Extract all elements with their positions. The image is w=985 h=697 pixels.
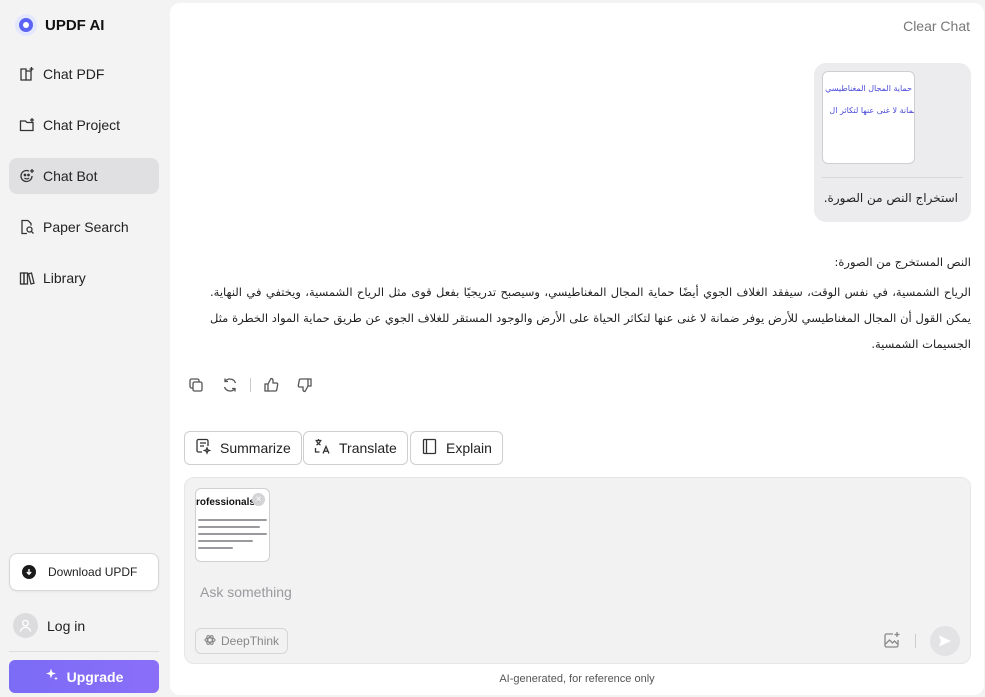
answer-heading: النص المستخرج من الصورة: bbox=[834, 255, 971, 269]
composer-divider bbox=[915, 634, 916, 648]
sidebar-item-chat-pdf[interactable]: Chat PDF bbox=[9, 56, 159, 92]
library-icon bbox=[19, 270, 35, 286]
thumbnail-text-line: حماية المجال المغناطيسي bbox=[825, 84, 912, 93]
upgrade-button[interactable]: Upgrade bbox=[9, 660, 159, 693]
regenerate-icon[interactable] bbox=[222, 377, 238, 393]
updf-logo-icon bbox=[15, 14, 37, 36]
sidebar-item-label: Chat Project bbox=[43, 117, 121, 133]
image-upload-icon[interactable] bbox=[883, 631, 901, 649]
book-plus-icon bbox=[19, 66, 35, 82]
attachment-title: rofessionals bbox=[196, 497, 255, 508]
login-label: Log in bbox=[47, 617, 86, 634]
upgrade-label: Upgrade bbox=[66, 668, 124, 685]
send-button[interactable] bbox=[930, 626, 960, 656]
user-message-bubble: حماية المجال المغناطيسي ضمانة لا غنى عنه… bbox=[814, 63, 971, 222]
bot-face-icon bbox=[19, 168, 35, 184]
ai-disclaimer: AI-generated, for reference only bbox=[499, 673, 655, 685]
explain-button[interactable]: Explain bbox=[410, 431, 503, 465]
attachment-thumbnail[interactable]: rofessionals × bbox=[195, 488, 270, 562]
clear-chat-button[interactable]: Clear Chat bbox=[903, 18, 970, 34]
summarize-label: Summarize bbox=[220, 440, 291, 456]
download-label: Download UPDF bbox=[48, 565, 138, 579]
sidebar-item-library[interactable]: Library bbox=[9, 260, 159, 296]
thumbs-down-icon[interactable] bbox=[297, 377, 313, 393]
sidebar-item-label: Chat Bot bbox=[43, 168, 98, 184]
deepthink-label: DeepThink bbox=[221, 634, 280, 648]
answer-body: الرياح الشمسية، في نفس الوقت، سيفقد الغل… bbox=[210, 285, 971, 351]
composer: rofessionals × DeepThink bbox=[184, 477, 971, 664]
download-icon bbox=[22, 565, 36, 579]
sidebar-item-label: Library bbox=[43, 270, 86, 286]
sidebar-item-chat-bot[interactable]: Chat Bot bbox=[9, 158, 159, 194]
thumbnail-text-line: ضمانة لا غنى عنها لتكاثر ال bbox=[829, 106, 915, 115]
book-icon bbox=[421, 438, 438, 458]
folder-plus-icon bbox=[19, 117, 35, 133]
translate-icon bbox=[314, 438, 331, 458]
summarize-button[interactable]: Summarize bbox=[184, 431, 302, 465]
sidebar-item-label: Chat PDF bbox=[43, 66, 105, 82]
sidebar-item-chat-project[interactable]: Chat Project bbox=[9, 107, 159, 143]
document-search-icon bbox=[19, 219, 35, 235]
action-divider bbox=[250, 378, 251, 392]
sidebar-item-paper-search[interactable]: Paper Search bbox=[9, 209, 159, 245]
translate-label: Translate bbox=[339, 440, 397, 456]
deepthink-toggle[interactable]: DeepThink bbox=[195, 628, 289, 654]
download-updf-button[interactable]: Download UPDF bbox=[9, 553, 159, 591]
remove-attachment-icon[interactable]: × bbox=[252, 493, 265, 506]
sidebar-item-label: Paper Search bbox=[43, 219, 129, 235]
user-message-text: استخراج النص من الصورة. bbox=[823, 191, 958, 205]
deepthink-icon bbox=[204, 634, 216, 649]
image-thumbnail[interactable]: حماية المجال المغناطيسي ضمانة لا غنى عنه… bbox=[822, 71, 915, 164]
bubble-divider bbox=[822, 177, 963, 178]
thumbs-up-icon[interactable] bbox=[263, 377, 279, 393]
assistant-message: النص المستخرج من الصورة: الرياح الشمسية،… bbox=[210, 255, 971, 357]
summarize-icon bbox=[195, 438, 212, 458]
sidebar: UPDF AI Chat PDF Chat Project Chat Bot P… bbox=[0, 0, 168, 697]
translate-button[interactable]: Translate bbox=[303, 431, 408, 465]
sparkle-icon bbox=[45, 668, 59, 685]
chat-panel: Clear Chat حماية المجال المغناطيسي ضمانة… bbox=[170, 3, 984, 695]
brand[interactable]: UPDF AI bbox=[15, 14, 104, 36]
app-title: UPDF AI bbox=[45, 16, 105, 34]
copy-icon[interactable] bbox=[188, 377, 204, 393]
login-button[interactable]: Log in bbox=[13, 613, 85, 638]
explain-label: Explain bbox=[446, 440, 492, 456]
ask-input[interactable] bbox=[200, 584, 840, 600]
message-actions bbox=[188, 377, 313, 393]
avatar-icon bbox=[13, 613, 38, 638]
attachment-text-preview bbox=[198, 519, 267, 554]
sidebar-divider bbox=[9, 651, 159, 652]
